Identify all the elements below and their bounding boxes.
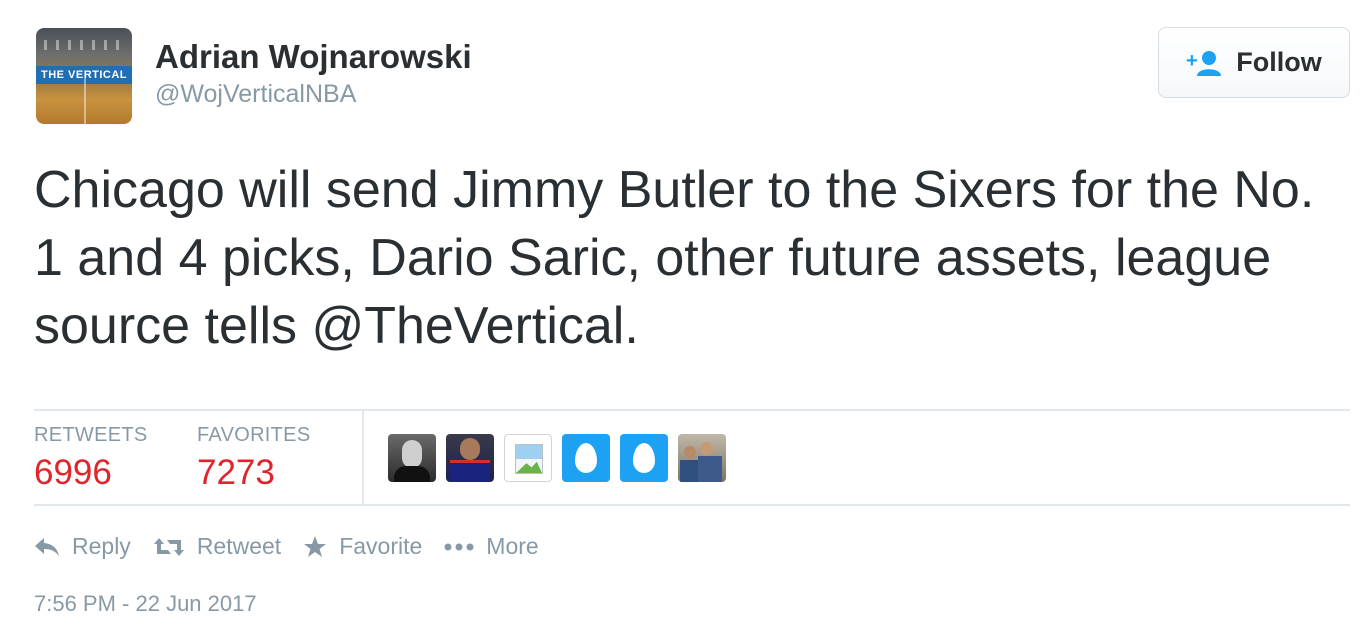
retweet-icon: [153, 536, 185, 558]
svg-text:+: +: [1186, 50, 1198, 72]
more-label: More: [486, 533, 539, 559]
author-name[interactable]: Adrian Wojnarowski: [155, 38, 472, 76]
favoriter-avatar[interactable]: [388, 434, 436, 482]
tweet-text: Chicago will send Jimmy Butler to the Si…: [34, 161, 1315, 355]
favorites-stat[interactable]: FAVORITES 7273: [197, 424, 310, 493]
star-icon: [303, 535, 327, 559]
reply-button[interactable]: Reply: [34, 533, 131, 560]
egg-avatar-icon[interactable]: [562, 434, 610, 482]
favorites-count: 7273: [197, 453, 275, 492]
follow-label: Follow: [1236, 47, 1322, 77]
add-user-icon: +: [1186, 49, 1222, 77]
more-button[interactable]: More: [444, 533, 539, 560]
author-avatar[interactable]: THE VERTICAL: [36, 28, 132, 124]
egg-avatar-icon[interactable]: [620, 434, 668, 482]
favoriters-list: [388, 434, 726, 482]
retweets-label: RETWEETS: [34, 424, 148, 446]
favorite-button[interactable]: Favorite: [303, 533, 422, 560]
favoriter-avatar[interactable]: [678, 434, 726, 482]
stats-divider: [362, 411, 364, 504]
reply-icon: [34, 536, 60, 558]
retweet-button[interactable]: Retweet: [153, 533, 281, 560]
arena-lights: [44, 40, 124, 50]
retweets-stat[interactable]: RETWEETS 6996: [34, 424, 148, 493]
reply-label: Reply: [72, 533, 131, 559]
favorites-label: FAVORITES: [197, 424, 311, 446]
broken-image-icon[interactable]: [504, 434, 552, 482]
follow-button[interactable]: + Follow: [1158, 27, 1350, 98]
retweets-count: 6996: [34, 453, 112, 492]
favorite-label: Favorite: [339, 533, 423, 559]
divider-bottom: [34, 504, 1350, 506]
divider-top: [34, 409, 1350, 411]
court-line: [84, 78, 86, 124]
author-handle[interactable]: @WojVerticalNBA: [155, 80, 356, 109]
retweet-label: Retweet: [196, 533, 282, 559]
tweet-actions: Reply Retweet Favorite More: [34, 533, 561, 560]
tweet-timestamp[interactable]: 7:56 PM - 22 Jun 2017: [34, 591, 257, 617]
more-dots-icon: [444, 542, 474, 552]
favoriter-avatar[interactable]: [446, 434, 494, 482]
